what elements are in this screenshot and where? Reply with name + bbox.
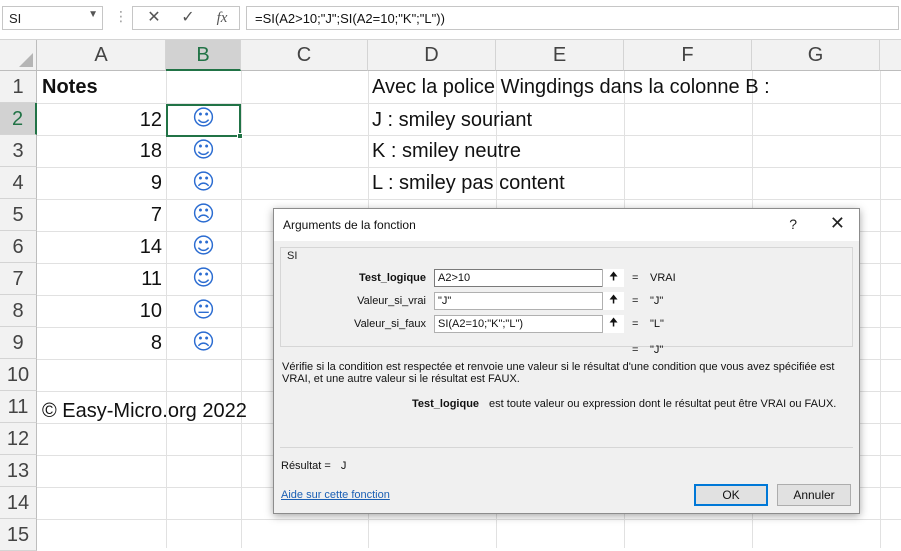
ok-button[interactable]: OK — [694, 484, 768, 506]
arg-label-valeur-si-faux: Valeur_si_faux — [354, 318, 426, 330]
row-header-14[interactable]: 14 — [0, 487, 37, 519]
cell-a11[interactable]: © Easy-Micro.org 2022 — [42, 395, 247, 427]
smiley-neutral-icon[interactable]: 😐 — [166, 295, 241, 327]
column-header-e[interactable]: E — [496, 40, 624, 71]
column-header-b[interactable]: B — [166, 40, 241, 71]
collapse-dialog-icon[interactable]: 🠉 — [602, 292, 624, 310]
group-label: SI — [287, 250, 298, 262]
row-header-1[interactable]: 1 — [0, 71, 37, 103]
cell-a2[interactable]: 12 — [37, 104, 166, 136]
cell-d3[interactable]: K : smiley neutre — [372, 135, 521, 167]
cell-a5[interactable]: 7 — [37, 199, 166, 231]
formula-buttons: ✕ ✓ fx — [132, 6, 240, 30]
column-header-f[interactable]: F — [624, 40, 752, 71]
enter-formula-icon[interactable]: ✓ — [173, 8, 203, 28]
smiley-sad-icon[interactable]: ☹ — [166, 327, 241, 359]
smiley-sad-icon[interactable]: ☹ — [166, 199, 241, 231]
cell-d4[interactable]: L : smiley pas content — [372, 167, 565, 199]
cell-a6[interactable]: 14 — [37, 231, 166, 263]
row-header-5[interactable]: 5 — [0, 199, 37, 231]
smiley-happy-icon[interactable]: ☺ — [166, 135, 241, 167]
equals-sign: = — [632, 344, 639, 356]
result-label: Résultat = — [281, 460, 331, 472]
arg-label-valeur-si-vrai: Valeur_si_vrai — [357, 295, 426, 307]
row-header-13[interactable]: 13 — [0, 455, 37, 487]
arg-label-test-logique: Test_logique — [358, 272, 426, 284]
dialog-title: Arguments de la fonction — [283, 218, 416, 232]
result-value: J — [340, 460, 347, 472]
formula-input[interactable]: =SI(A2>10;"J";SI(A2=10;"K";"L")) — [246, 6, 899, 30]
row-header-7[interactable]: 7 — [0, 263, 37, 295]
equals-sign: = — [632, 295, 639, 307]
smiley-happy-icon[interactable]: ☺ — [166, 263, 241, 295]
fill-handle[interactable] — [237, 133, 243, 139]
cancel-button[interactable]: Annuler — [777, 484, 851, 506]
arg-input-valeur-si-vrai[interactable]: "J" — [434, 292, 624, 310]
formula-overall-result: "J" — [650, 344, 664, 356]
column-header-g[interactable]: G — [752, 40, 880, 71]
cell-a1[interactable]: Notes — [42, 71, 166, 103]
dialog-titlebar[interactable]: Arguments de la fonction ? ✕ — [274, 209, 859, 241]
argument-description: Test_logique est toute valeur ou expressi… — [412, 398, 836, 410]
name-box[interactable]: SI ▼ — [2, 6, 103, 30]
help-icon[interactable]: ? — [789, 216, 797, 232]
arg-result-test-logique: VRAI — [650, 272, 676, 284]
smiley-sad-icon[interactable]: ☹ — [166, 167, 241, 199]
row-header-8[interactable]: 8 — [0, 295, 37, 327]
close-icon[interactable]: ✕ — [830, 213, 845, 234]
row-header-10[interactable]: 10 — [0, 359, 37, 391]
function-description: Vérifie si la condition est respectée et… — [282, 361, 835, 385]
row-header-4[interactable]: 4 — [0, 167, 37, 199]
cell-d1[interactable]: Avec la police Wingdings dans la colonne… — [372, 71, 770, 103]
arg-result-valeur-si-faux: "L" — [650, 318, 664, 330]
active-cell-border — [166, 104, 241, 137]
arg-input-test-logique[interactable]: A2>10 — [434, 269, 624, 287]
smiley-happy-icon[interactable]: ☺ — [166, 231, 241, 263]
argument-description-text: est toute valeur ou expression dont le r… — [489, 398, 837, 410]
cell-a3[interactable]: 18 — [37, 135, 166, 167]
column-header-a[interactable]: A — [37, 40, 166, 71]
equals-sign: = — [632, 318, 639, 330]
formula-bar-grip-icon: ⋮ — [114, 8, 129, 24]
dialog-divider — [280, 447, 853, 448]
column-header-d[interactable]: D — [368, 40, 496, 71]
help-link[interactable]: Aide sur cette fonction — [281, 489, 390, 501]
collapse-dialog-icon[interactable]: 🠉 — [602, 269, 624, 287]
insert-function-icon[interactable]: fx — [207, 8, 237, 28]
cancel-formula-icon[interactable]: ✕ — [139, 8, 169, 28]
column-header-c[interactable]: C — [241, 40, 368, 71]
chevron-down-icon[interactable]: ▼ — [88, 9, 98, 20]
cell-a9[interactable]: 8 — [37, 327, 166, 359]
row-header-3[interactable]: 3 — [0, 135, 37, 167]
row-header-2[interactable]: 2 — [0, 103, 37, 135]
cell-d2[interactable]: J : smiley souriant — [372, 104, 532, 136]
row-header-6[interactable]: 6 — [0, 231, 37, 263]
name-box-value: SI — [9, 11, 22, 26]
argument-description-name: Test_logique — [412, 398, 480, 410]
select-all-corner[interactable] — [0, 40, 37, 71]
cell-a4[interactable]: 9 — [37, 167, 166, 199]
formula-result: Résultat = J — [281, 460, 346, 472]
row-header-11[interactable]: 11 — [0, 391, 37, 423]
function-arguments-dialog: Arguments de la fonction ? ✕ SI Test_log… — [273, 208, 860, 514]
column-header-h-partial[interactable] — [880, 40, 901, 71]
formula-bar: SI ▼ ⋮ ✕ ✓ fx =SI(A2>10;"J";SI(A2=10;"K"… — [0, 0, 901, 40]
collapse-dialog-icon[interactable]: 🠉 — [602, 315, 624, 333]
equals-sign: = — [632, 272, 639, 284]
arg-input-valeur-si-faux[interactable]: SI(A2=10;"K";"L") — [434, 315, 624, 333]
row-header-9[interactable]: 9 — [0, 327, 37, 359]
cell-a7[interactable]: 11 — [37, 263, 166, 295]
cell-a8[interactable]: 10 — [37, 295, 166, 327]
arg-result-valeur-si-vrai: "J" — [650, 295, 664, 307]
row-header-15[interactable]: 15 — [0, 519, 37, 551]
row-header-12[interactable]: 12 — [0, 423, 37, 455]
